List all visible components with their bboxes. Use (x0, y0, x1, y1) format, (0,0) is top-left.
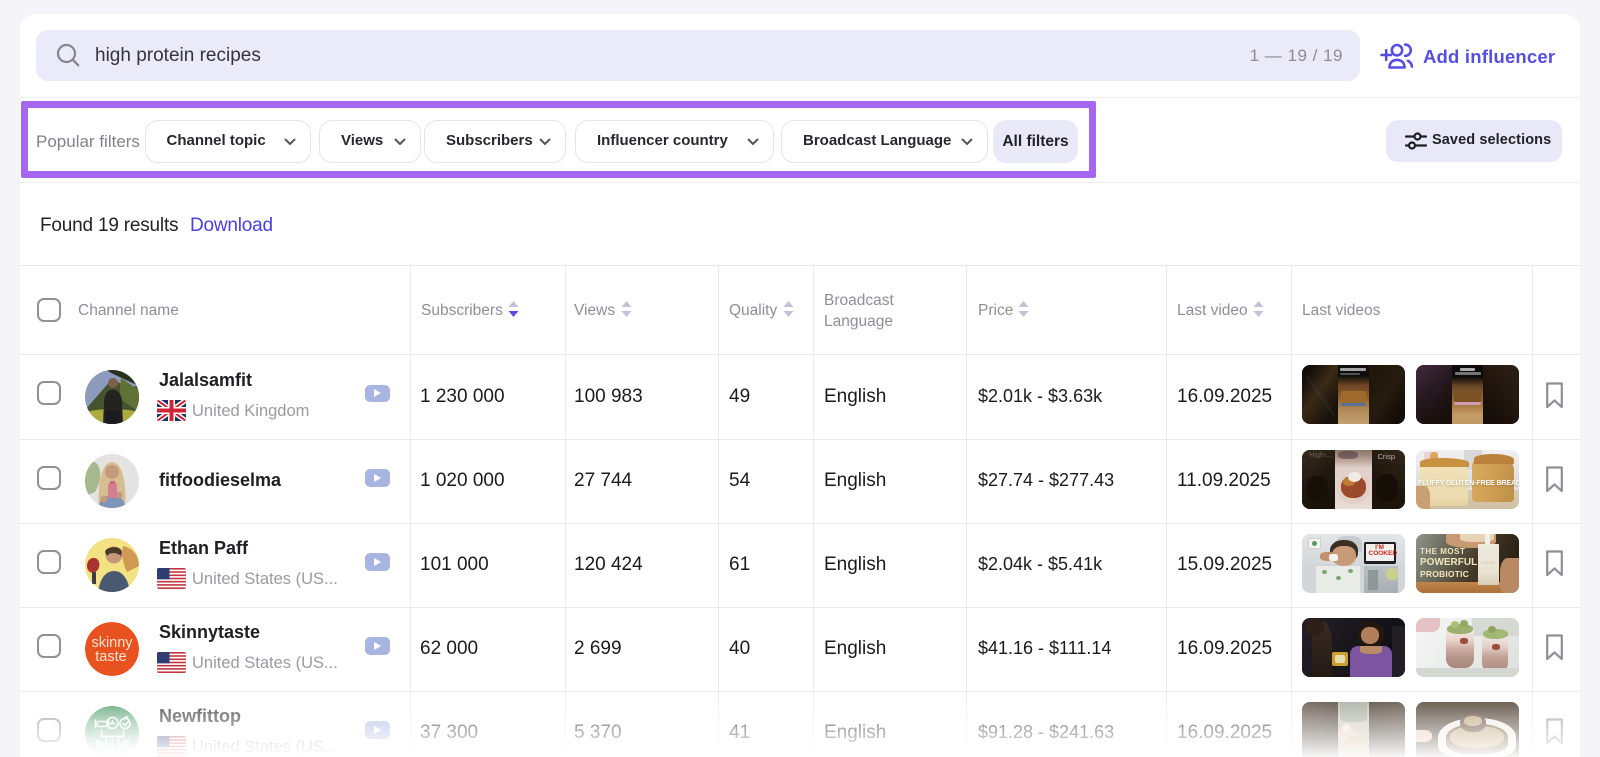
svg-text:taste: taste (95, 649, 126, 665)
